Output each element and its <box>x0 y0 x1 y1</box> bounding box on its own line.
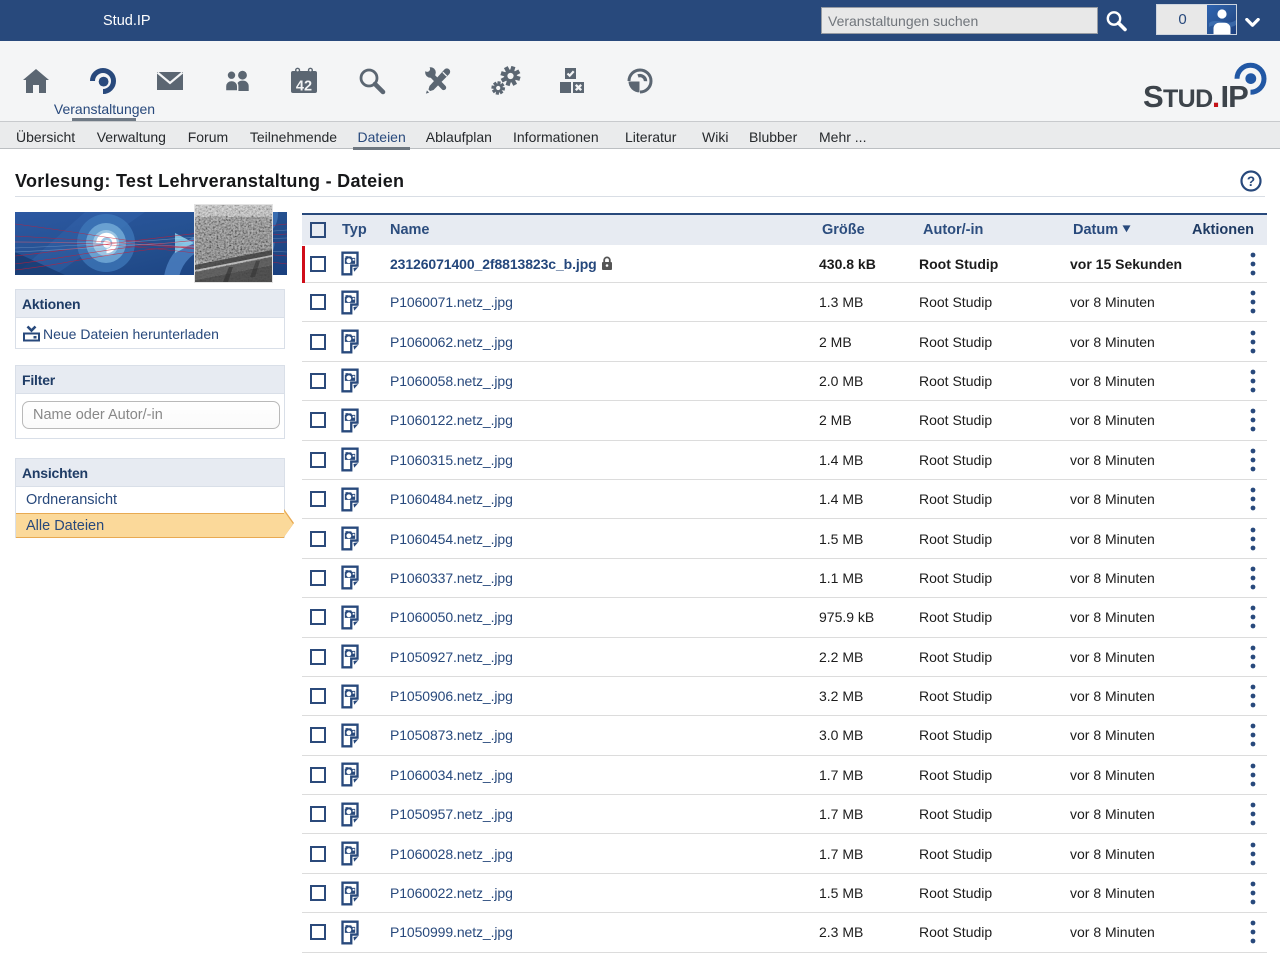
svg-text:TUD: TUD <box>1163 85 1213 111</box>
svg-text:?: ? <box>1247 174 1255 189</box>
svg-text:.: . <box>1212 82 1220 111</box>
svg-text:42: 42 <box>296 79 312 95</box>
svg-text:S: S <box>1143 79 1164 111</box>
svg-text:IP: IP <box>1221 79 1249 111</box>
